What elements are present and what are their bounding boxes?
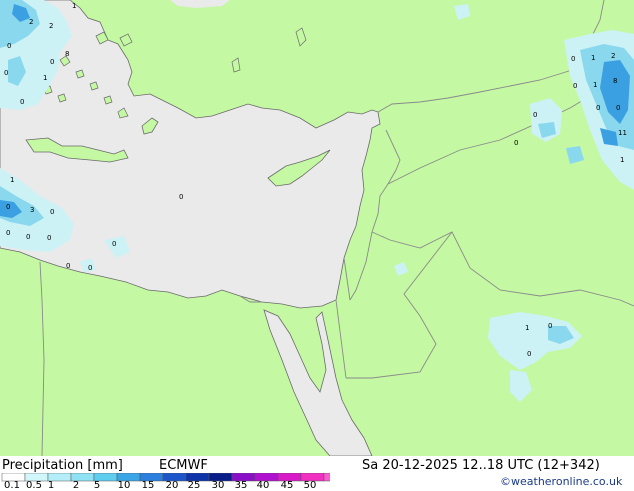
precip-value: 0 (50, 58, 54, 66)
precip-value: 0 (50, 208, 54, 216)
precip-value: 0 (112, 240, 116, 248)
precipitation-map: 2 2 8 1 0 0 0 1 0 3 0 0 0 0 0 0 0 0 0 1 … (0, 0, 634, 456)
precip-value: 0 (20, 98, 24, 106)
precip-value: 0 (88, 264, 92, 272)
valid-datetime: Sa 20-12-2025 12..18 UTC (12+342) (362, 458, 600, 473)
precip-value: 2 (49, 22, 53, 30)
precip-value: 1 (72, 2, 76, 10)
map-title: Precipitation [mm] (2, 458, 123, 473)
precip-value: 1 (591, 54, 595, 62)
precip-value: 1 (43, 74, 47, 82)
precip-value: 1 (525, 324, 529, 332)
precip-value: 0 (6, 203, 10, 211)
precip-value: 0 (66, 262, 70, 270)
precip-value: 1 (10, 176, 14, 184)
precip-value: 11 (618, 129, 627, 137)
precip-value: 0 (7, 42, 11, 50)
precip-value: 3 (30, 206, 34, 214)
precip-value: 2 (611, 52, 615, 60)
precip-value: 0 (571, 55, 575, 63)
precip-value: 0 (514, 139, 518, 147)
precip-value: 0 (6, 229, 10, 237)
precip-value: 0 (4, 69, 8, 77)
map-canvas: 2 2 8 1 0 0 0 1 0 3 0 0 0 0 0 0 0 0 0 1 … (0, 0, 634, 456)
model-name: ECMWF (159, 458, 208, 473)
precip-value: 8 (65, 50, 69, 58)
precip-value: 2 (29, 18, 33, 26)
precip-value: 0 (533, 111, 537, 119)
precip-value: 1 (593, 81, 597, 89)
legend-swatch (323, 473, 330, 482)
precip-value: 0 (179, 193, 183, 201)
precip-value: 0 (596, 104, 600, 112)
precip-value: 0 (616, 104, 620, 112)
precip-value: 0 (527, 350, 531, 358)
copyright-text: ©weatheronline.co.uk (500, 475, 623, 488)
precip-value: 0 (548, 322, 552, 330)
precip-value: 0 (26, 233, 30, 241)
precip-value: 0 (573, 82, 577, 90)
precip-value: 8 (613, 77, 617, 85)
precip-value: 0 (47, 234, 51, 242)
precip-value: 1 (620, 156, 624, 164)
